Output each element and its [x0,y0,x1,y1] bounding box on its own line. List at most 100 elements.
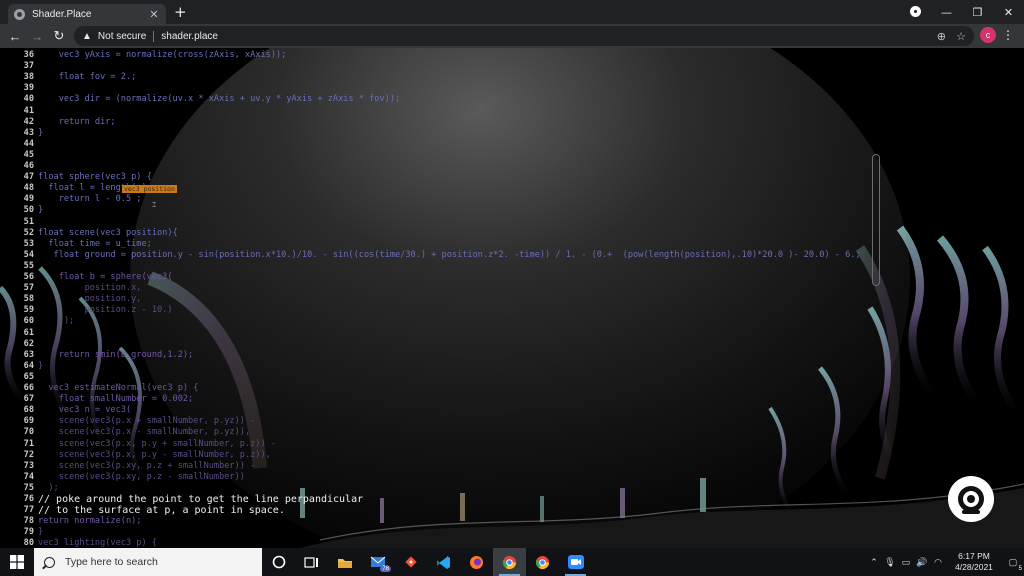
line-number: 64 [23,360,34,371]
code-text[interactable]: position.x, [38,283,142,294]
chrome-icon [535,555,550,569]
url-text[interactable]: shader.place [161,31,218,42]
line-number: 71 [23,438,34,449]
windows-start-button[interactable] [0,548,34,576]
divider [153,30,155,42]
line-number: 57 [23,283,34,294]
code-text[interactable]: scene(vec3(p.xy, p.z + smallNumber)) - [38,461,256,472]
code-text[interactable]: float b = sphere(vec3( [38,272,173,283]
code-text[interactable]: float time = u_time; [38,239,151,250]
forward-arrow-icon[interactable]: → [26,29,48,44]
zoom-app-button[interactable] [559,548,592,576]
wifi-icon[interactable]: ◠ [930,557,946,568]
profile-avatar[interactable]: c [980,27,996,43]
task-view-icon [304,556,318,568]
code-text[interactable]: scene(vec3(p.xy, p.z - smallNumber)) [38,472,245,483]
kebab-menu-icon[interactable]: ⋮ [1001,28,1015,42]
microphone-icon[interactable]: 🎙 [882,557,898,568]
code-text[interactable]: position.y, [38,294,142,305]
line-number: 45 [23,149,34,160]
window-controls: — ❐ ✕ [931,0,1024,24]
code-text[interactable]: float ground = position.y - sin(position… [38,250,861,261]
tab-shader-place[interactable]: Shader.Place ✕ [8,4,166,24]
code-text[interactable]: position.z - 10.) [38,305,173,316]
chrome-button[interactable] [526,548,559,576]
security-status[interactable]: Not secure [98,31,146,42]
code-text[interactable]: vec3 dir = (normalize(uv.x * xAxis + uv.… [38,94,400,105]
code-text[interactable]: // poke around the point to get the line… [38,494,363,505]
code-text[interactable]: float fov = 2.; [38,72,137,83]
git-app-button[interactable] [394,548,427,576]
code-editor[interactable]: 36 vec3 yAxis = normalize(cross(zAxis, x… [0,48,880,548]
line-number: 74 [23,471,34,482]
back-arrow-icon[interactable]: ← [4,29,26,44]
chrome-profile-button[interactable] [493,548,526,576]
line-number: 61 [23,327,34,338]
code-text[interactable]: vec3 yAxis = normalize(cross(zAxis, xAxi… [38,50,287,61]
warning-triangle-icon[interactable]: ▲ [82,31,92,42]
mail-badge: 78 [380,566,391,572]
close-window-button[interactable]: ✕ [993,0,1024,24]
bookmark-star-icon[interactable]: ☆ [956,30,966,43]
code-text[interactable]: return smin(b,ground,1.2); [38,350,194,361]
code-text[interactable]: float smallNumber = 0.002; [38,394,194,405]
editor-scrollbar[interactable] [872,154,880,286]
webcam-button[interactable] [948,476,994,522]
code-text[interactable]: } [38,527,43,538]
code-text[interactable]: scene(vec3(p.x, p.y - smallNumber, p.z))… [38,450,271,461]
new-tab-button[interactable]: + [174,2,187,24]
vscode-button[interactable] [427,548,460,576]
code-text[interactable]: vec3 lighting(vec3 p) { [38,538,157,548]
code-text[interactable]: return dir; [38,117,116,128]
code-text[interactable]: float sphere(vec3 p) { [38,172,152,183]
line-number: 73 [23,460,34,471]
line-number: 58 [23,294,34,305]
incognito-indicator-icon[interactable] [910,6,921,17]
taskbar-search-box[interactable]: Type here to search [34,548,262,576]
code-text[interactable]: float scene(vec3 position){ [38,228,178,239]
page-viewport: 36 vec3 yAxis = normalize(cross(zAxis, x… [0,48,1024,548]
code-text[interactable]: vec3 estimateNormal(vec3 p) { [38,383,198,394]
system-clock[interactable]: 6:17 PM 4/28/2021 [946,551,1002,573]
speaker-icon[interactable]: 🔊 [914,557,930,568]
line-number: 39 [23,83,34,94]
restore-button[interactable]: ❐ [962,0,993,24]
browser-toolbar: ← → ↻ ▲ Not secure shader.place ⊕ ☆ c ⋮ [0,24,1024,48]
clock-date: 4/28/2021 [955,562,993,572]
line-number: 68 [23,405,34,416]
line-number: 70 [23,427,34,438]
code-text[interactable]: } [38,128,43,139]
line-number: 49 [23,194,34,205]
webcam-stand [962,510,980,514]
autocomplete-tooltip: vec3 position [122,185,177,193]
zoom-magnifier-icon[interactable]: ⊕ [937,30,946,43]
code-text[interactable]: scene(vec3(p.x + smallNumber, p.yz)) - [38,416,256,427]
code-text[interactable]: scene(vec3(p.x, p.y + smallNumber, p.z))… [38,439,276,450]
code-text[interactable]: return normalize(n); [38,516,141,527]
cortana-button[interactable] [262,548,295,576]
code-text[interactable]: } [38,361,43,372]
reload-icon[interactable]: ↻ [48,28,70,44]
address-bar[interactable]: ▲ Not secure shader.place ⊕ ☆ [74,26,974,46]
mail-button[interactable]: 78 [361,548,394,576]
file-explorer-button[interactable] [328,548,361,576]
code-text[interactable]: ); [38,316,74,327]
line-number: 65 [23,371,34,382]
chevron-up-icon[interactable]: ⌃ [866,557,882,568]
line-number: 63 [23,349,34,360]
code-text[interactable]: vec3 n = vec3( [38,405,131,416]
code-text[interactable]: return l - 0.5 ; [38,194,142,205]
code-text[interactable]: ); [38,483,58,494]
task-view-button[interactable] [295,548,328,576]
text-cursor-icon: ⌶ [152,201,157,209]
line-number: 72 [23,449,34,460]
code-text[interactable]: scene(vec3(p.x - smallNumber, p.yz)), [38,427,250,438]
line-number: 62 [23,338,34,349]
battery-icon[interactable]: ▭ [898,557,914,568]
code-text[interactable]: } [38,205,43,216]
code-text[interactable]: // to the surface at p, a point in space… [38,505,285,516]
firefox-button[interactable] [460,548,493,576]
notification-center-button[interactable]: ▢ 5 [1002,557,1024,572]
tab-close-button[interactable]: ✕ [148,8,160,21]
minimize-button[interactable]: — [931,0,962,24]
